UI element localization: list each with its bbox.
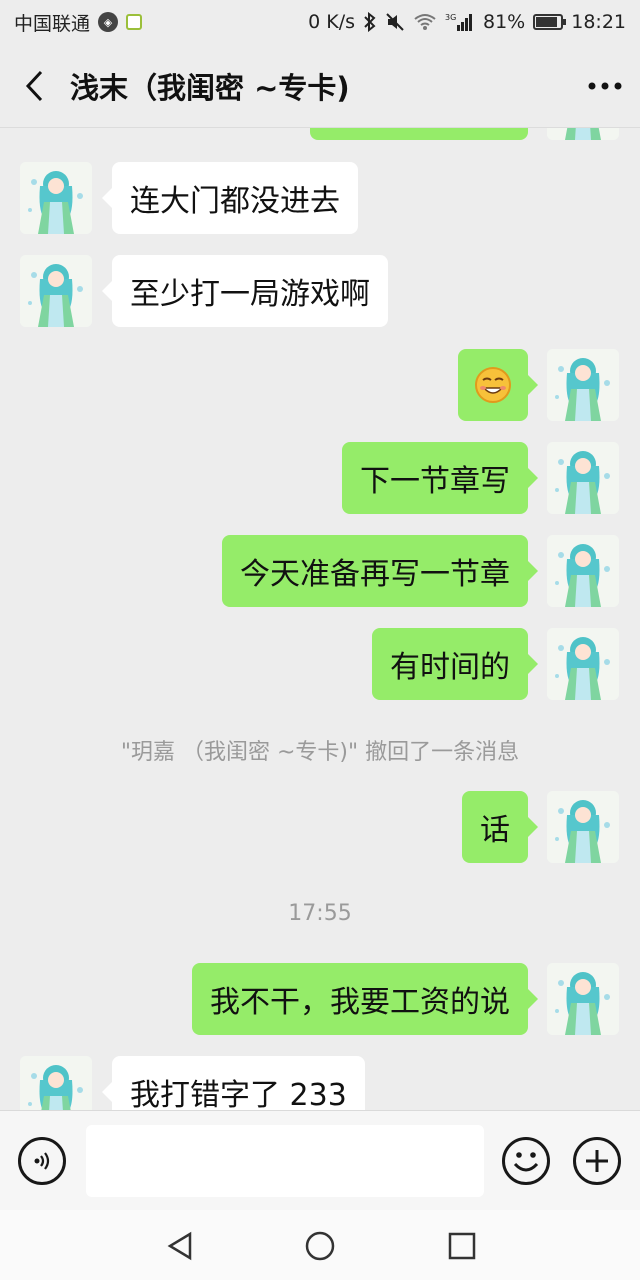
emoji-button[interactable] <box>502 1137 550 1185</box>
avatar[interactable] <box>20 1056 92 1110</box>
message-bubble-incoming[interactable]: 至少打一局游戏啊 <box>102 255 388 327</box>
chevron-left-icon <box>25 70 43 101</box>
wifi-icon <box>413 13 437 31</box>
message-bubble-incoming[interactable]: 连大门都没进去 <box>102 162 358 234</box>
nav-home-button[interactable] <box>300 1226 340 1266</box>
message-bubble-outgoing[interactable]: 我不干，我要工资的说 <box>192 963 538 1035</box>
message-bubble-outgoing[interactable]: 话 <box>462 791 538 863</box>
signal-icon: 3G <box>445 12 475 32</box>
avatar[interactable] <box>547 963 619 1035</box>
nav-recents-button[interactable] <box>442 1226 482 1266</box>
chat-message-list[interactable]: 连大门都没进去 至少打一局游戏啊 下一节章写 今天准备再写一节章 有时间的 "玥… <box>0 128 640 1110</box>
avatar[interactable] <box>547 628 619 700</box>
bluetooth-icon <box>363 12 377 32</box>
plus-icon <box>586 1150 608 1172</box>
avatar[interactable] <box>547 535 619 607</box>
battery-icon <box>533 14 567 30</box>
message-bubble-outgoing[interactable] <box>458 349 538 421</box>
recall-notice: "玥嘉 （我闺密 ~专卡)" 撤回了一条消息 <box>120 740 520 765</box>
chat-input-bar <box>0 1110 640 1210</box>
avatar[interactable] <box>547 349 619 421</box>
more-functions-button[interactable] <box>573 1137 621 1185</box>
avatar[interactable] <box>547 442 619 514</box>
message-bubble-outgoing[interactable]: 下一节章写 <box>342 442 538 514</box>
battery-percent: 81% <box>483 11 526 33</box>
mute-icon <box>385 12 405 32</box>
grinning-face-emoji-icon <box>475 367 511 403</box>
nav-back-button[interactable] <box>160 1226 200 1266</box>
message-input[interactable] <box>86 1125 484 1197</box>
message-bubble-outgoing[interactable] <box>310 128 528 140</box>
network-speed: 0 K/s <box>308 11 355 33</box>
smiley-icon <box>513 1152 539 1172</box>
timestamp: 17:55 <box>288 901 352 926</box>
status-bar: 中国联通 ◈ 0 K/s 3G 81% 18:21 <box>0 0 640 44</box>
voice-wave-icon <box>34 1152 50 1170</box>
back-button[interactable] <box>0 44 70 128</box>
svg-text:3G: 3G <box>445 13 456 22</box>
chat-header: 浅末（我闺密 ~专卡) <box>0 44 640 128</box>
carrier-label: 中国联通 <box>14 12 91 35</box>
message-bubble-incoming[interactable]: 我打错字了 233 <box>102 1056 365 1110</box>
clock: 18:21 <box>571 11 626 33</box>
voice-input-button[interactable] <box>18 1137 66 1185</box>
more-options-button[interactable] <box>570 44 640 128</box>
more-dots-icon <box>588 82 622 89</box>
avatar[interactable] <box>547 791 619 863</box>
system-navigation-bar <box>0 1210 640 1280</box>
chat-title: 浅末（我闺密 ~专卡) <box>70 70 350 105</box>
app-notification-icon <box>126 14 143 30</box>
message-bubble-outgoing[interactable]: 今天准备再写一节章 <box>222 535 538 607</box>
avatar[interactable] <box>20 162 92 234</box>
avatar[interactable] <box>547 128 619 140</box>
square-recents-icon <box>448 1232 476 1260</box>
avatar[interactable] <box>20 255 92 327</box>
message-bubble-outgoing[interactable]: 有时间的 <box>372 628 538 700</box>
triangle-back-icon <box>167 1231 192 1261</box>
hd-voice-icon: ◈ <box>98 12 119 32</box>
circle-home-icon <box>305 1231 335 1261</box>
